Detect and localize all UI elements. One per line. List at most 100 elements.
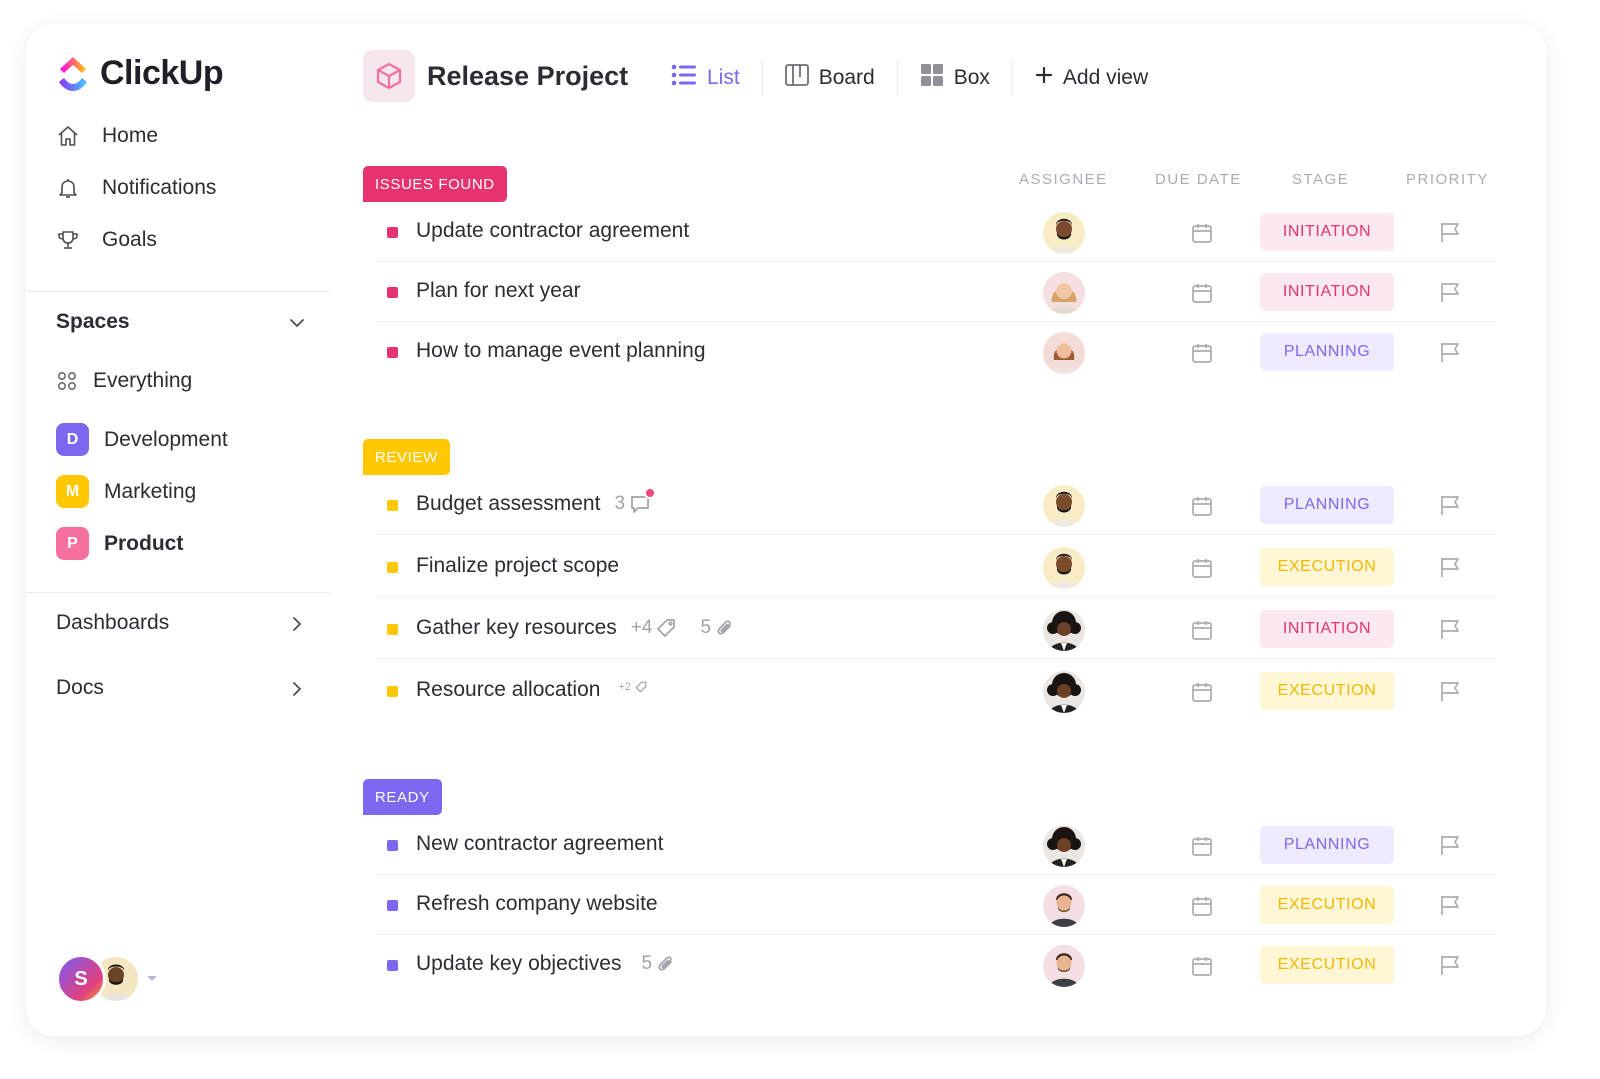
table-row[interactable]: How to manage event planning PLANNING — [376, 324, 1496, 382]
sidebar: ClickUp Home Notifications Goals Spaces — [26, 24, 331, 1036]
assignee-avatar[interactable] — [1043, 272, 1085, 314]
space-product[interactable]: P Product — [56, 527, 183, 560]
flag-icon[interactable] — [1438, 493, 1462, 517]
flag-icon[interactable] — [1438, 953, 1462, 977]
assignee-avatar[interactable] — [1043, 212, 1085, 254]
flag-icon[interactable] — [1438, 340, 1462, 364]
stage-badge[interactable]: PLANNING — [1260, 486, 1394, 524]
column-header-due-date[interactable]: DUE DATE — [1155, 171, 1242, 188]
task-name[interactable]: How to manage event planning — [416, 339, 706, 363]
space-everything[interactable]: Everything — [56, 369, 192, 393]
chevron-right-icon[interactable] — [286, 613, 308, 635]
spaces-title[interactable]: Spaces — [56, 310, 130, 334]
flag-icon[interactable] — [1438, 617, 1462, 641]
flag-icon[interactable] — [1438, 679, 1462, 703]
tag-count[interactable]: +2 — [618, 681, 647, 693]
status-dot — [387, 287, 398, 298]
task-name[interactable]: Finalize project scope — [416, 554, 619, 578]
flag-icon[interactable] — [1438, 280, 1462, 304]
comment-count[interactable]: 3 — [614, 487, 657, 515]
task-name[interactable]: Resource allocation +2 — [416, 678, 647, 702]
flag-icon[interactable] — [1438, 220, 1462, 244]
group-tag-issues-found[interactable]: ISSUES FOUND — [363, 166, 507, 202]
task-name[interactable]: Budget assessment 3 — [416, 487, 657, 516]
assignee-avatar[interactable] — [1043, 885, 1085, 927]
assignee-avatar[interactable] — [1043, 945, 1085, 987]
table-row[interactable]: Budget assessment 3 PLANNING — [376, 477, 1496, 535]
stage-badge[interactable]: EXECUTION — [1260, 672, 1394, 710]
stage-badge[interactable]: PLANNING — [1260, 826, 1394, 864]
tab-box[interactable]: Box — [898, 60, 1013, 96]
calendar-icon[interactable] — [1191, 681, 1213, 703]
plus-icon — [1035, 66, 1053, 90]
tab-list[interactable]: List — [671, 60, 763, 96]
nav-home[interactable]: Home — [56, 124, 158, 148]
column-header-stage[interactable]: STAGE — [1292, 171, 1349, 188]
board-icon — [784, 64, 809, 92]
attachment-count[interactable]: 5 — [700, 617, 735, 639]
table-row[interactable]: Plan for next year INITIATION — [376, 264, 1496, 322]
stage-badge[interactable]: PLANNING — [1260, 333, 1394, 371]
assignee-avatar[interactable] — [1043, 671, 1085, 713]
task-name[interactable]: New contractor agreement — [416, 832, 663, 856]
caret-down-icon[interactable] — [146, 970, 158, 988]
table-row[interactable]: Refresh company website EXECUTION — [376, 877, 1496, 935]
nav-notifications[interactable]: Notifications — [56, 176, 216, 200]
table-row[interactable]: Update key objectives 5 EXECUTION — [376, 937, 1496, 995]
table-row[interactable]: Resource allocation +2 EXECUTION — [376, 663, 1496, 721]
calendar-icon[interactable] — [1191, 955, 1213, 977]
stage-badge[interactable]: INITIATION — [1260, 610, 1394, 648]
task-name[interactable]: Refresh company website — [416, 892, 658, 916]
chevron-right-icon[interactable] — [286, 678, 308, 700]
calendar-icon[interactable] — [1191, 222, 1213, 244]
assignee-avatar[interactable] — [1043, 485, 1085, 527]
column-header-priority[interactable]: PRIORITY — [1406, 171, 1489, 188]
group-tag-review[interactable]: REVIEW — [363, 439, 450, 475]
calendar-icon[interactable] — [1191, 495, 1213, 517]
nav-docs[interactable]: Docs — [56, 676, 104, 700]
group-tag-ready[interactable]: READY — [363, 779, 442, 815]
space-development[interactable]: D Development — [56, 423, 228, 456]
table-row[interactable]: Update contractor agreement INITIATION — [376, 204, 1496, 262]
calendar-icon[interactable] — [1191, 557, 1213, 579]
attachment-count[interactable]: 5 — [641, 953, 676, 975]
calendar-icon[interactable] — [1191, 835, 1213, 857]
calendar-icon[interactable] — [1191, 282, 1213, 304]
tag-count[interactable]: +4 — [631, 617, 677, 639]
stage-badge[interactable]: INITIATION — [1260, 273, 1394, 311]
add-view-button[interactable]: Add view — [1013, 60, 1170, 96]
clickup-logo[interactable]: ClickUp — [56, 54, 224, 93]
space-marketing[interactable]: M Marketing — [56, 475, 196, 508]
flag-icon[interactable] — [1438, 833, 1462, 857]
stage-badge[interactable]: EXECUTION — [1260, 946, 1394, 984]
task-name-text: How to manage event planning — [416, 339, 706, 362]
task-name-text: Refresh company website — [416, 892, 658, 915]
stage-badge[interactable]: EXECUTION — [1260, 886, 1394, 924]
assignee-avatar[interactable] — [1043, 332, 1085, 374]
calendar-icon[interactable] — [1191, 619, 1213, 641]
calendar-icon[interactable] — [1191, 895, 1213, 917]
flag-icon[interactable] — [1438, 893, 1462, 917]
stage-badge[interactable]: EXECUTION — [1260, 548, 1394, 586]
table-row[interactable]: New contractor agreement PLANNING — [376, 817, 1496, 875]
tab-board[interactable]: Board — [763, 60, 898, 96]
task-name[interactable]: Gather key resources +4 5 — [416, 616, 735, 640]
user-menu[interactable]: S — [56, 954, 158, 1004]
nav-dashboards[interactable]: Dashboards — [56, 611, 169, 635]
flag-icon[interactable] — [1438, 555, 1462, 579]
chevron-down-icon[interactable] — [286, 312, 308, 334]
stage-badge[interactable]: INITIATION — [1260, 213, 1394, 251]
task-name[interactable]: Update key objectives 5 — [416, 952, 676, 976]
row-divider — [376, 874, 1496, 875]
calendar-icon[interactable] — [1191, 342, 1213, 364]
task-name[interactable]: Plan for next year — [416, 279, 581, 303]
assignee-avatar[interactable] — [1043, 547, 1085, 589]
table-row[interactable]: Finalize project scope EXECUTION — [376, 539, 1496, 597]
assignee-avatar[interactable] — [1043, 609, 1085, 651]
tab-board-label: Board — [818, 66, 875, 89]
table-row[interactable]: Gather key resources +4 5 INITIATION — [376, 601, 1496, 659]
nav-goals[interactable]: Goals — [56, 228, 157, 252]
column-header-assignee[interactable]: ASSIGNEE — [1019, 171, 1108, 188]
assignee-avatar[interactable] — [1043, 825, 1085, 867]
task-name[interactable]: Update contractor agreement — [416, 219, 689, 243]
